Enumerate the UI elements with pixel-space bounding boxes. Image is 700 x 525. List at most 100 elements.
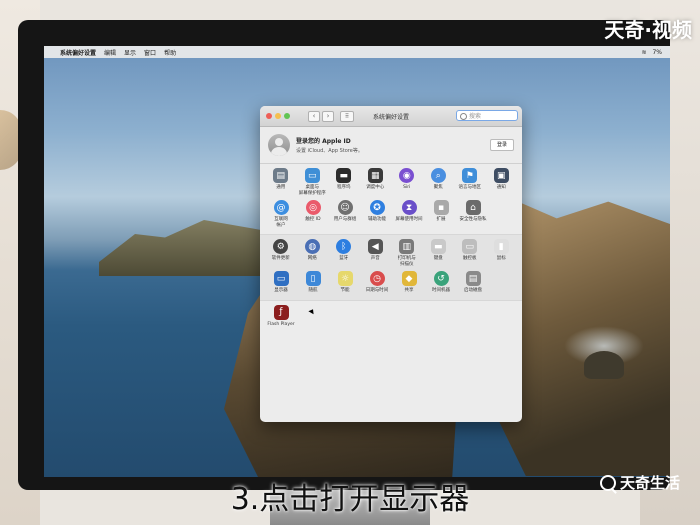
menu-status-area: ≋ 7% — [641, 49, 670, 56]
pref-pane-displays[interactable]: ▭ 显示器 — [266, 271, 296, 294]
pref-pane-accessibility[interactable]: ✪ 辅助功能 — [362, 200, 392, 228]
brand-icon — [599, 474, 616, 491]
printer-icon: ▥ — [399, 239, 415, 254]
menu-view[interactable]: 显示 — [124, 48, 136, 57]
language-icon: ⚑ — [462, 168, 478, 183]
flash-player-icon: ƒ — [273, 304, 289, 320]
pref-pane-touch-id[interactable]: ◎ 触控 ID — [298, 200, 328, 228]
avatar[interactable] — [268, 134, 290, 156]
account-subtitle: 设置 iCloud、App Store等。 — [296, 148, 363, 154]
pref-pane-extensions[interactable]: ▪ 扩展 — [426, 200, 456, 228]
pref-pane-spotlight[interactable]: ⌕ 聚焦 — [424, 168, 454, 196]
notifications-icon: ▣ — [493, 168, 509, 183]
pref-pane-bluetooth[interactable]: ᛒ 蓝牙 — [329, 239, 359, 267]
time-machine-icon: ↺ — [433, 271, 449, 286]
menu-edit[interactable]: 编辑 — [104, 48, 116, 57]
pref-pane-sound[interactable]: ◀ 声音 — [361, 239, 391, 267]
sharing-icon: ◆ — [401, 271, 417, 286]
zoom-button[interactable] — [284, 113, 290, 119]
pref-pane-printer[interactable]: ▥ 打印机与 扫描仪 — [392, 239, 422, 267]
menu-help[interactable]: 帮助 — [164, 48, 176, 57]
menu-app-name[interactable]: 系统偏好设置 — [60, 48, 96, 57]
pref-pane-label: 键盘 — [433, 256, 443, 261]
pref-pane-label: 桌面与 屏幕保护程序 — [298, 185, 326, 196]
system-preferences-window: ‹ › ⠿ 系统偏好设置 搜索 登录您的 Apple ID 设置 iCloud、… — [260, 106, 522, 422]
pref-pane-time-machine[interactable]: ↺ 时间机器 — [426, 271, 456, 294]
pref-pane-desktop[interactable]: ▭ 桌面与 屏幕保护程序 — [298, 168, 328, 196]
menu-window[interactable]: 窗口 — [144, 48, 156, 57]
pref-pane-startup-disk[interactable]: ▤ 启动磁盘 — [458, 271, 488, 294]
pref-pane-label: 日期与时间 — [365, 288, 389, 293]
window-titlebar: ‹ › ⠿ 系统偏好设置 搜索 — [260, 106, 522, 127]
monitor: 系统偏好设置 编辑 显示 窗口 帮助 ≋ 7% ‹ › ⠿ 系统偏好设置 搜索 … — [18, 20, 670, 490]
pref-pane-label: 通用 — [276, 185, 286, 190]
battery-status[interactable]: 7% — [652, 49, 662, 56]
search-placeholder: 搜索 — [469, 113, 482, 120]
pref-pane-label: 共享 — [404, 288, 414, 293]
pref-pane-trackpad[interactable]: ▭ 触控板 — [455, 239, 485, 267]
pref-pane-sidecar[interactable]: ▯ 随航 — [298, 271, 328, 294]
pref-pane-label: 安全性与隐私 — [459, 217, 487, 222]
pref-pane-network[interactable]: ◍ 网络 — [298, 239, 328, 267]
pref-row: ƒ Flash Player — [266, 304, 516, 328]
date-time-icon: ◷ — [369, 271, 385, 286]
pref-pane-software-update[interactable]: ⚙ 软件更新 — [266, 239, 296, 267]
pref-pane-energy-saver[interactable]: ☼ 节能 — [330, 271, 360, 294]
pref-row: ▭ 显示器 ▯ 随航 ☼ 节能 ◷ 日期与时间 ◆ 共享 ↺ 时间机器 ▤ 启动磁盘 — [266, 271, 516, 294]
back-button[interactable]: ‹ — [308, 110, 320, 122]
pref-pane-label: Flash Player — [267, 321, 295, 327]
wifi-icon[interactable]: ≋ — [641, 49, 646, 56]
pref-section: ⚙ 软件更新 ◍ 网络 ᛒ 蓝牙 ◀ 声音 ▥ 打印机与 扫描仪 ▬ 键盘 ▭ 触控板 ▮ 鼠标 ▭ 显示器 ▯ 随航… — [260, 235, 522, 301]
search-field[interactable]: 搜索 — [456, 110, 518, 121]
pref-pane-label: Siri — [403, 185, 411, 190]
touch-id-icon: ◎ — [305, 200, 321, 215]
pref-pane-date-time[interactable]: ◷ 日期与时间 — [362, 271, 392, 294]
pref-pane-label: 触控板 — [463, 256, 477, 261]
startup-disk-icon: ▤ — [465, 271, 481, 286]
minimize-button[interactable] — [275, 113, 281, 119]
pref-pane-label: 触控 ID — [305, 217, 321, 222]
pref-pane-mouse[interactable]: ▮ 鼠标 — [487, 239, 517, 267]
pref-pane-users[interactable]: ☺ 用户与群组 — [330, 200, 360, 228]
apple-id-account: 登录您的 Apple ID 设置 iCloud、App Store等。 登录 — [260, 127, 522, 164]
pref-pane-screen-time[interactable]: ⧗ 屏幕使用时间 — [394, 200, 424, 228]
sound-icon: ◀ — [367, 239, 383, 254]
pref-pane-mission-control[interactable]: ▦ 调度中心 — [361, 168, 391, 196]
pref-pane-label: 语言与地区 — [458, 185, 482, 190]
pref-pane-dock[interactable]: ▬ 程序坞 — [329, 168, 359, 196]
energy-saver-icon: ☼ — [337, 271, 353, 286]
pref-pane-language[interactable]: ⚑ 语言与地区 — [455, 168, 485, 196]
account-title: 登录您的 Apple ID — [296, 138, 351, 145]
general-icon: ▤ — [273, 168, 289, 183]
window-controls — [266, 113, 290, 119]
pref-pane-label: 时间机器 — [432, 288, 450, 293]
pref-pane-flash-player[interactable]: ƒ Flash Player — [266, 304, 296, 328]
software-update-icon: ⚙ — [273, 239, 289, 254]
close-button[interactable] — [266, 113, 272, 119]
nav-buttons: ‹ › — [306, 110, 334, 122]
pref-pane-label: 软件更新 — [271, 256, 290, 261]
pref-pane-sharing[interactable]: ◆ 共享 — [394, 271, 424, 294]
pref-pane-label: 网络 — [307, 256, 317, 261]
show-all-button[interactable]: ⠿ — [340, 110, 354, 122]
pref-pane-label: 调度中心 — [366, 185, 385, 190]
screen-time-icon: ⧗ — [401, 200, 417, 215]
pref-pane-siri[interactable]: ◉ Siri — [392, 168, 422, 196]
trackpad-icon: ▭ — [462, 239, 478, 254]
account-text: 登录您的 Apple ID 设置 iCloud、App Store等。 — [296, 136, 363, 154]
brand-logo: 天奇生活 — [599, 472, 680, 493]
pref-pane-general[interactable]: ▤ 通用 — [266, 168, 296, 196]
pref-pane-notifications[interactable]: ▣ 通知 — [487, 168, 517, 196]
pref-pane-label: 互联网 帐户 — [274, 217, 288, 228]
login-button[interactable]: 登录 — [490, 139, 514, 151]
pref-pane-keyboard[interactable]: ▬ 键盘 — [424, 239, 454, 267]
pref-pane-security[interactable]: ⌂ 安全性与隐私 — [458, 200, 488, 228]
pref-pane-label: 辅助功能 — [368, 217, 386, 222]
forward-button[interactable]: › — [322, 110, 334, 122]
pref-pane-label: 声音 — [370, 256, 380, 261]
displays-icon: ▭ — [273, 271, 289, 286]
pref-pane-internet-accounts[interactable]: @ 互联网 帐户 — [266, 200, 296, 228]
search-icon — [460, 113, 467, 120]
internet-accounts-icon: @ — [273, 200, 289, 215]
desktop-screen: 系统偏好设置 编辑 显示 窗口 帮助 ≋ 7% ‹ › ⠿ 系统偏好设置 搜索 … — [44, 46, 670, 477]
